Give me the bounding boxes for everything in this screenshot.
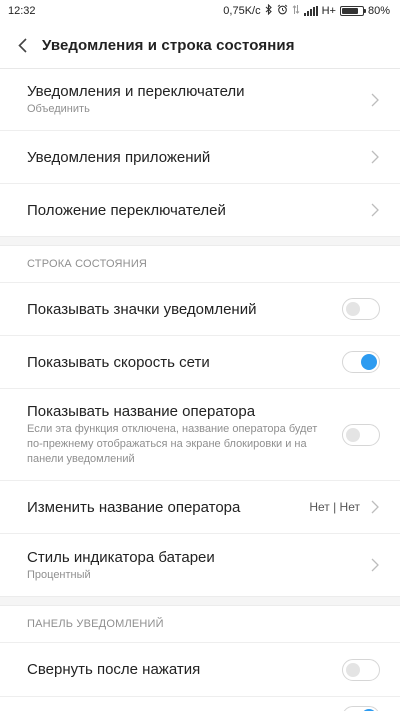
settings-list: Уведомления и переключатели Объединить У… [0,69,400,711]
signal-icon [303,6,318,16]
chevron-right-icon [370,92,380,108]
toggle-switch[interactable] [342,298,380,320]
row-value: Нет | Нет [309,500,360,514]
row-show-notification-icons[interactable]: Показывать значки уведомлений [0,283,400,336]
bluetooth-icon [265,3,273,18]
toggle-knob [346,427,360,442]
section-header-notification-panel: ПАНЕЛЬ УВЕДОМЛЕНИЙ [0,606,400,643]
row-title: Изменить название оператора [27,498,241,516]
row-subtitle: Объединить [27,103,90,115]
row-change-carrier-name[interactable]: Изменить название оператора Нет | Нет [0,481,400,534]
row-collapse-after-tap[interactable]: Свернуть после нажатия [0,643,400,697]
toggle-knob [346,662,360,677]
row-title: Свернуть после нажатия [27,661,201,678]
back-button[interactable] [14,34,30,56]
app-header: Уведомления и строка состояния [0,22,400,68]
row-title: Показывать значки уведомлений [27,300,257,318]
battery-level-fill [341,8,358,14]
row-subtitle: Если эта функция отключена, название опе… [27,423,318,465]
toggle-switch[interactable] [342,423,380,446]
row-title: Показывать название оператора [27,403,256,420]
row-partial-next[interactable] [0,697,400,711]
row-notifications-toggles[interactable]: Уведомления и переключатели Объединить [0,69,400,131]
chevron-right-icon [370,499,380,515]
toggle-knob [361,354,377,370]
net-speed: 0,75K/c [223,5,261,17]
row-app-notifications[interactable]: Уведомления приложений [0,131,400,184]
section-gap [0,236,400,246]
data-transfer-icon [292,4,300,18]
toggle-switch[interactable] [342,351,380,373]
battery-percent: 80% [367,5,390,17]
row-title: Показывать скорость сети [27,353,210,371]
toggle-switch[interactable] [342,706,380,711]
alarm-icon [277,4,288,18]
toggle-switch[interactable] [342,658,380,681]
chevron-right-icon [370,149,380,165]
row-show-net-speed[interactable]: Показывать скорость сети [0,336,400,389]
row-title: Уведомления приложений [27,148,211,166]
toggle-knob [346,302,360,316]
row-toggle-position[interactable]: Положение переключателей [0,184,400,236]
row-title: Стиль индикатора батареи [27,548,215,566]
section-header-status-bar: СТРОКА СОСТОЯНИЯ [0,246,400,283]
row-subtitle: Процентный [27,568,91,581]
chevron-right-icon [370,202,380,218]
chevron-right-icon [370,557,380,573]
page-title: Уведомления и строка состояния [42,36,295,54]
status-time: 12:32 [8,5,36,17]
section-gap [0,596,400,606]
status-bar: 12:32 0,75K/c H+ 80% [0,0,400,22]
row-show-carrier-name[interactable]: Показывать название оператора Если эта ф… [0,389,400,481]
battery-icon [339,6,366,16]
network-type: H+ [321,5,336,17]
row-title: Уведомления и переключатели [27,83,245,100]
row-title: Положение переключателей [27,201,226,219]
row-battery-style[interactable]: Стиль индикатора батареи Процентный [0,534,400,596]
status-indicators: 0,75K/c H+ 80% [223,3,390,18]
chevron-left-icon [17,37,27,53]
